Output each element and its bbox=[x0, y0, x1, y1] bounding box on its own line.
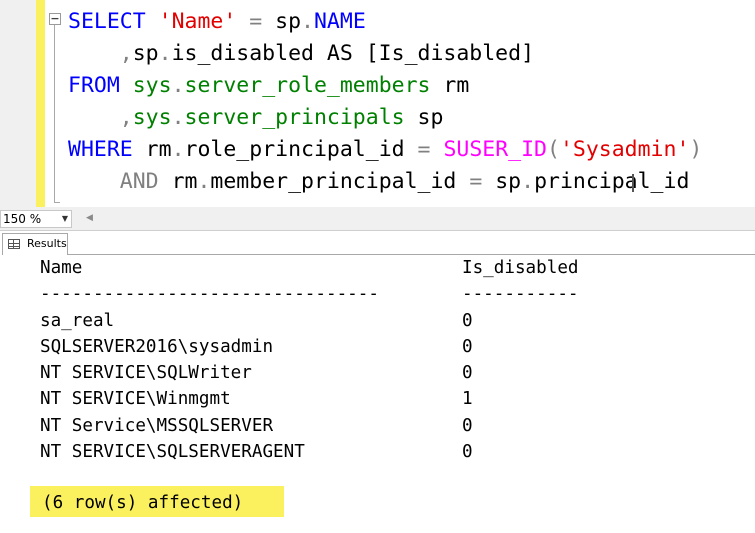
operator: = bbox=[236, 9, 276, 34]
dot-operator: . bbox=[171, 73, 185, 98]
dot-operator: . bbox=[521, 169, 535, 194]
cell-is-disabled: 0 bbox=[462, 442, 473, 462]
dot-operator: . bbox=[171, 137, 185, 162]
cell-name: NT Service\MSSQLSERVER bbox=[40, 416, 274, 436]
cell-is-disabled: 0 bbox=[462, 363, 473, 383]
comma-operator: , bbox=[119, 41, 133, 66]
dot-operator: . bbox=[301, 9, 314, 34]
change-tracking-bar bbox=[36, 0, 45, 207]
system-view: server_principals bbox=[184, 105, 405, 130]
cell-is-disabled: 0 bbox=[462, 311, 473, 331]
code-line-5[interactable]: WHERE rm.role_principal_id = SUSER_ID('S… bbox=[68, 135, 702, 165]
close-paren: ) bbox=[689, 137, 703, 162]
identifier: rm bbox=[158, 169, 198, 194]
cell-is-disabled: 0 bbox=[462, 337, 473, 357]
equals-operator: = bbox=[417, 137, 431, 162]
keyword-and: AND bbox=[119, 169, 159, 194]
keyword-name: NAME bbox=[313, 9, 366, 34]
keyword-from: FROM bbox=[68, 73, 120, 98]
code-line-4[interactable]: ,sys.server_principals sp bbox=[68, 103, 444, 133]
grid-icon bbox=[8, 239, 20, 249]
identifier: rm bbox=[132, 137, 172, 162]
cell-name: SQLSERVER2016\sysadmin bbox=[40, 337, 274, 357]
dot-operator: . bbox=[158, 41, 172, 66]
tab-divider bbox=[68, 254, 755, 255]
identifier: sp bbox=[132, 41, 159, 66]
column-header-name: Name bbox=[40, 258, 83, 278]
editor-statusbar: 150 % ▼ ◀ bbox=[0, 207, 755, 231]
rows-affected-message: (6 row(s) affected) bbox=[42, 493, 244, 513]
function-name: SUSER_ID bbox=[443, 137, 547, 162]
outline-line bbox=[54, 25, 55, 203]
query-editor[interactable]: − SELECT 'Name' = sp.NAME ,sp.is_disable… bbox=[0, 0, 755, 207]
code-line-3[interactable]: FROM sys.server_role_members rm bbox=[68, 71, 469, 101]
cell-name: NT SERVICE\Winmgmt bbox=[40, 389, 231, 409]
code-line-6[interactable]: AND rm.member_principal_id = sp.principa… bbox=[68, 167, 690, 197]
column-divider-is-disabled: ----------- bbox=[462, 284, 579, 304]
identifier: sp bbox=[275, 9, 302, 34]
zoom-dropdown[interactable]: 150 % ▼ bbox=[0, 210, 72, 228]
line-number-gutter bbox=[0, 0, 36, 207]
outline-line-end bbox=[54, 202, 60, 203]
system-view: server_role_members bbox=[184, 73, 431, 98]
code-line-1[interactable]: SELECT 'Name' = sp.NAME bbox=[68, 7, 366, 37]
equals-operator: = bbox=[469, 169, 483, 194]
cell-is-disabled: 0 bbox=[462, 416, 473, 436]
zoom-value: 150 % bbox=[3, 212, 42, 226]
column-header-is-disabled: Is_disabled bbox=[462, 258, 579, 278]
keyword-where: WHERE bbox=[68, 137, 133, 162]
results-tabbar: Results bbox=[0, 231, 755, 255]
collapse-icon[interactable]: − bbox=[49, 13, 61, 25]
tab-results[interactable]: Results bbox=[2, 233, 68, 255]
table-alias: sp bbox=[404, 105, 444, 130]
column-name: principal_id bbox=[534, 169, 690, 194]
system-schema: sys bbox=[132, 105, 172, 130]
column-name: role_principal_id bbox=[184, 137, 418, 162]
identifier: sp bbox=[482, 169, 522, 194]
cell-name: NT SERVICE\SQLWriter bbox=[40, 363, 252, 383]
tab-results-label: Results bbox=[27, 237, 67, 250]
cell-name: NT SERVICE\SQLSERVERAGENT bbox=[40, 442, 305, 462]
chevron-down-icon[interactable]: ▼ bbox=[62, 211, 68, 227]
string-literal: 'Sysadmin' bbox=[559, 137, 690, 162]
table-alias: rm bbox=[430, 73, 470, 98]
code-line-2[interactable]: ,sp.is_disabled AS [Is_disabled] bbox=[68, 39, 534, 69]
text-cursor bbox=[632, 174, 634, 192]
open-paren: ( bbox=[547, 137, 560, 162]
cell-name: sa_real bbox=[40, 311, 115, 331]
column-divider-name: -------------------------------- bbox=[40, 284, 379, 304]
comma-operator: , bbox=[119, 105, 133, 130]
column-name: member_principal_id bbox=[210, 169, 470, 194]
string-literal: 'Name' bbox=[158, 9, 237, 34]
dot-operator: . bbox=[171, 105, 185, 130]
system-schema: sys bbox=[132, 73, 172, 98]
dot-operator: . bbox=[197, 169, 211, 194]
cell-is-disabled: 1 bbox=[462, 389, 473, 409]
column-alias: is_disabled AS [Is_disabled] bbox=[171, 41, 535, 66]
keyword-select: SELECT bbox=[68, 9, 146, 34]
scroll-left-icon[interactable]: ◀ bbox=[86, 213, 93, 223]
